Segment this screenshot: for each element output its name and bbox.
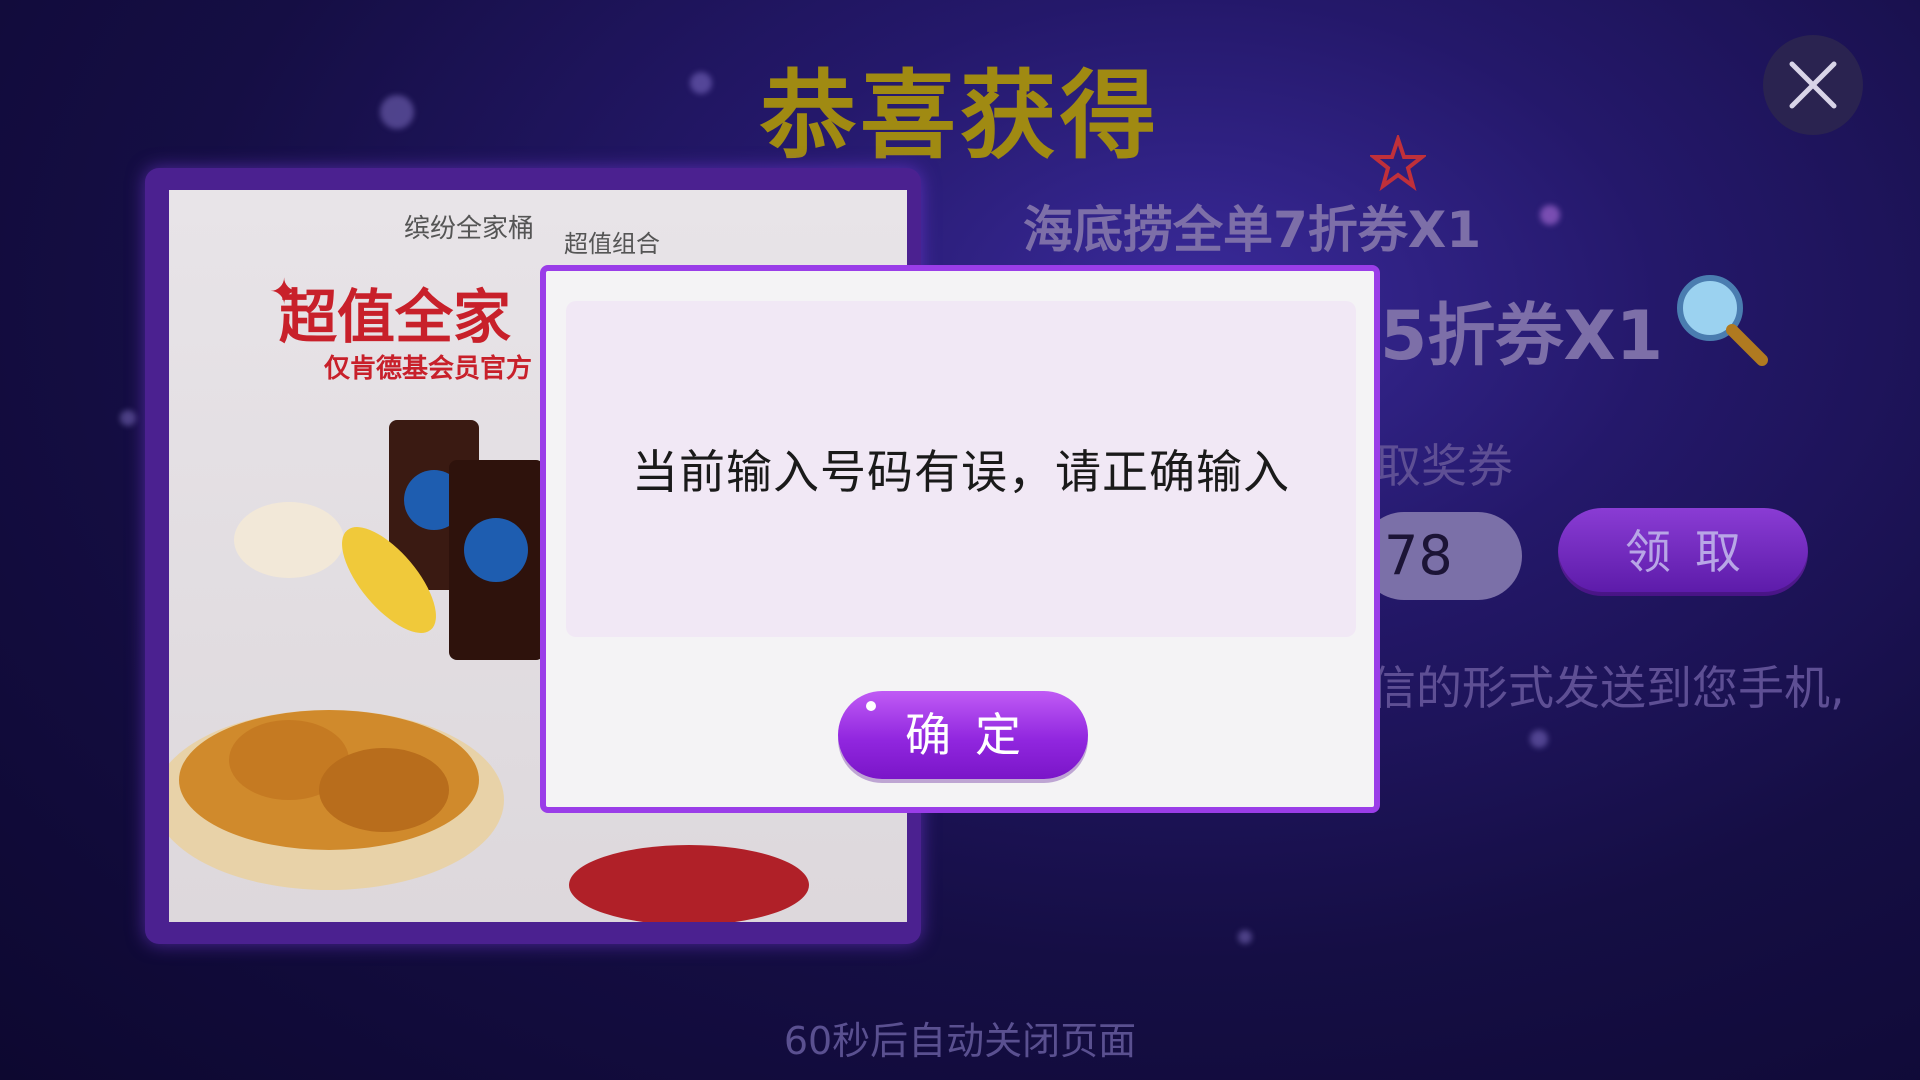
dialog-message-box: 当前输入号码有误，请正确输入 (566, 301, 1356, 637)
close-button[interactable] (1763, 35, 1863, 135)
sparkle (1540, 205, 1560, 225)
prize-headline: 超值全家 (279, 283, 512, 351)
page-title: 恭喜获得 (760, 60, 1160, 172)
sparkle (1238, 930, 1252, 944)
prize-line-2: 5折券X1 (1380, 297, 1664, 376)
star-icon (1370, 135, 1426, 191)
button-highlight (866, 701, 876, 711)
claim-prompt: 取奖券 (1375, 439, 1513, 493)
prize-subtitle-2: 超值组合 (564, 230, 660, 258)
close-icon (1789, 61, 1837, 109)
auto-close-notice: 60秒后自动关闭页面 (783, 1019, 1137, 1063)
prize-subtitle-1: 缤纷全家桶 (404, 214, 535, 244)
notice-text: 信的形式发送到您手机, (1370, 661, 1845, 715)
error-message: 当前输入号码有误，请正确输入 (632, 445, 1290, 499)
magnifier-icon (1677, 275, 1768, 366)
sparkle (120, 410, 136, 426)
prize-line-1: 海底捞全单7折券X1 (1023, 201, 1482, 259)
phone-input[interactable]: 78 (1360, 512, 1522, 600)
claim-button[interactable]: 领取 (1558, 508, 1808, 596)
error-dialog: 当前输入号码有误，请正确输入 确定 (540, 265, 1380, 813)
sparkle (1530, 730, 1548, 748)
